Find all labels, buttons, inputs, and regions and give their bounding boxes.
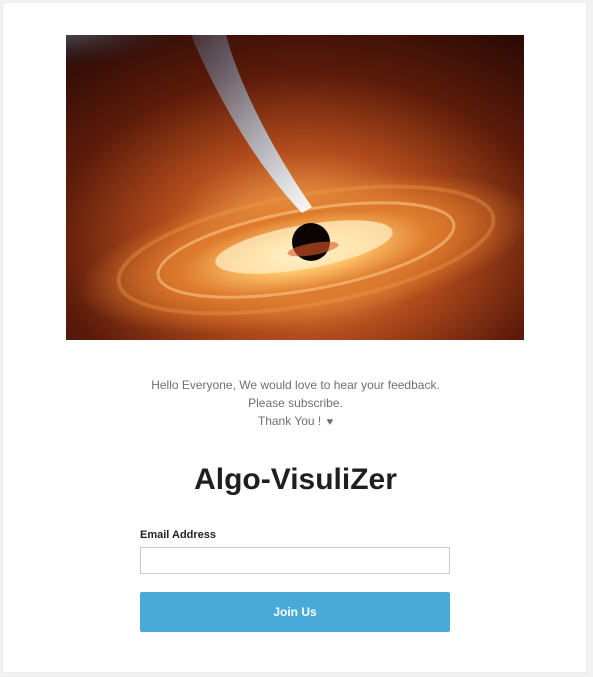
heart-icon: ♥	[326, 416, 334, 428]
newsletter-card: Hello Everyone, We would love to hear yo…	[2, 2, 587, 673]
hero-image	[66, 35, 524, 340]
subscribe-form: Email Address Join Us	[140, 529, 450, 632]
message-line-1: Hello Everyone, We would love to hear yo…	[151, 378, 440, 392]
feedback-message: Hello Everyone, We would love to hear yo…	[3, 376, 588, 431]
join-us-button[interactable]: Join Us	[140, 592, 450, 632]
page-title: Algo-VisuliZer	[194, 463, 397, 496]
black-hole-image	[66, 35, 524, 340]
thank-you-text: Thank You !	[257, 414, 322, 428]
email-field[interactable]	[140, 547, 450, 574]
message-line-2: Please subscribe.	[248, 396, 343, 410]
email-label: Email Address	[140, 529, 217, 541]
message-line-3: Thank You ! ♥	[3, 412, 588, 431]
